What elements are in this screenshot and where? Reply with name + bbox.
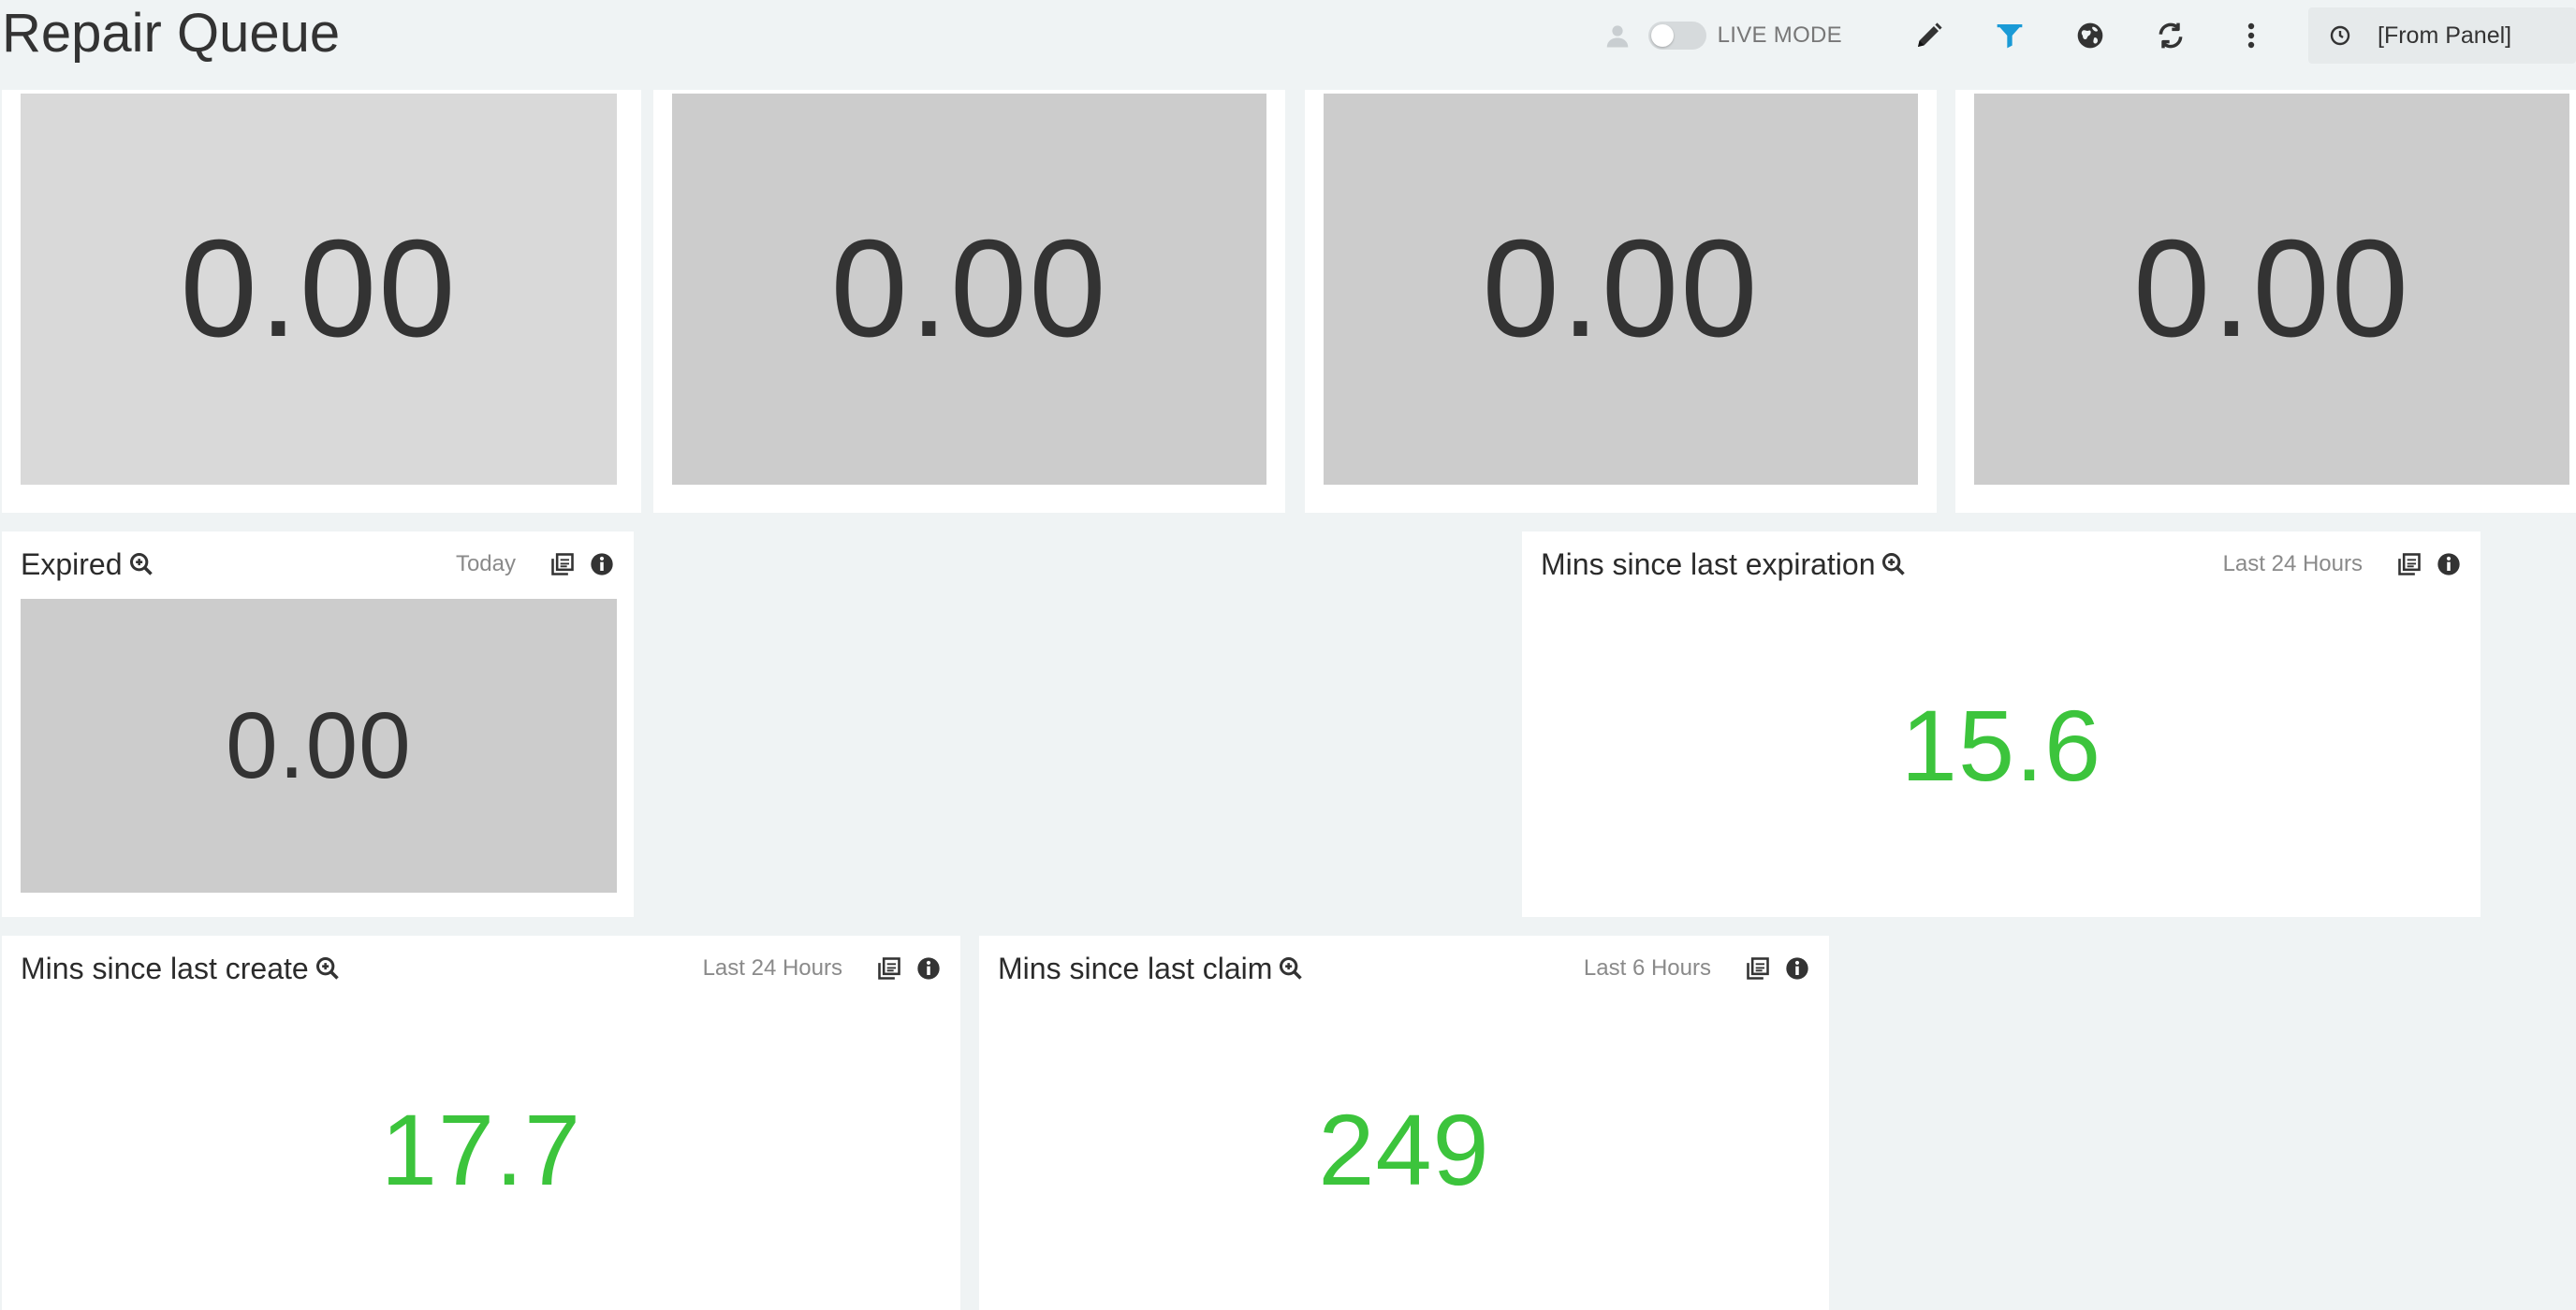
- toolbar: LIVE MODE [From Panel]: [1603, 0, 2576, 71]
- zoom-in-icon[interactable]: [1881, 551, 1907, 577]
- stat-value: 15.6: [1900, 689, 2102, 802]
- filter-button[interactable]: [1991, 17, 2028, 54]
- stat-value: 17.7: [380, 1093, 582, 1206]
- toggle-knob: [1650, 24, 1674, 47]
- panel-header: Mins since last create Last 24 Hours: [21, 936, 942, 1001]
- zoom-in-icon[interactable]: [128, 551, 154, 577]
- info-icon[interactable]: [915, 955, 942, 982]
- info-icon[interactable]: [1784, 955, 1810, 982]
- top-panel-4[interactable]: 0.00: [1955, 90, 2576, 513]
- panel-header: Expired Today: [21, 531, 615, 597]
- refresh-button[interactable]: [2152, 17, 2189, 54]
- pencil-icon: [1918, 22, 1942, 47]
- expired-panel[interactable]: Expired Today 0.00: [2, 531, 634, 917]
- page-title: Repair Queue: [2, 3, 341, 64]
- stat-value: 0.00: [21, 94, 617, 485]
- mins-since-last-create-panel[interactable]: Mins since last create Last 24 Hours 17.…: [2, 936, 960, 1310]
- copy-icon[interactable]: [1745, 955, 1771, 982]
- zoom-in-icon[interactable]: [315, 955, 341, 982]
- live-mode-label: LIVE MODE: [1717, 22, 1842, 48]
- time-range-label: Last 24 Hours: [2222, 551, 2363, 576]
- top-panel-1[interactable]: 0.00: [2, 90, 641, 513]
- panel-header: Mins since last claim Last 6 Hours: [998, 936, 1810, 1001]
- top-panel-3[interactable]: 0.00: [1305, 90, 1937, 513]
- time-range-label: Today: [455, 551, 516, 576]
- live-mode-toggle[interactable]: [1647, 22, 1706, 50]
- stat-value: 0.00: [672, 94, 1266, 485]
- panel-header: Mins since last expiration Last 24 Hours: [1541, 531, 2462, 597]
- mins-since-last-claim-panel[interactable]: Mins since last claim Last 6 Hours 249: [979, 936, 1829, 1310]
- globe-button[interactable]: [2071, 17, 2109, 54]
- user-icon: [1603, 22, 1632, 50]
- time-range-label: Last 6 Hours: [1583, 955, 1711, 981]
- more-options-button[interactable]: [2232, 17, 2270, 54]
- globe-icon: [2077, 22, 2103, 49]
- stat-value: 0.00: [21, 599, 617, 893]
- stat-value: 249: [1318, 1093, 1490, 1206]
- panel-title: Expired: [21, 546, 123, 581]
- info-icon[interactable]: [2436, 551, 2462, 577]
- dashboard-page: Repair Queue LIVE MODE [From Panel] 0.00…: [0, 0, 2576, 1310]
- time-range-label: [From Panel]: [2378, 22, 2512, 49]
- top-panel-2[interactable]: 0.00: [653, 90, 1285, 513]
- mins-since-last-expiration-panel[interactable]: Mins since last expiration Last 24 Hours…: [1522, 531, 2481, 917]
- copy-icon[interactable]: [2396, 551, 2422, 577]
- info-icon[interactable]: [589, 551, 615, 577]
- edit-button[interactable]: [1910, 17, 1948, 54]
- time-range-picker[interactable]: [From Panel]: [2308, 7, 2576, 64]
- clock-icon: [2330, 25, 2350, 46]
- panel-title: Mins since last expiration: [1541, 546, 1876, 581]
- time-range-label: Last 24 Hours: [702, 955, 842, 981]
- copy-icon[interactable]: [549, 551, 576, 577]
- dashboard-header: Repair Queue LIVE MODE [From Panel]: [0, 0, 2576, 90]
- panel-title: Mins since last claim: [998, 951, 1273, 985]
- copy-icon[interactable]: [876, 955, 902, 982]
- panel-title: Mins since last create: [21, 951, 309, 985]
- filter-icon: [1997, 24, 2023, 49]
- zoom-in-icon[interactable]: [1278, 955, 1304, 982]
- more-vertical-icon: [2247, 22, 2255, 49]
- stat-value: 0.00: [1324, 94, 1918, 485]
- stat-value: 0.00: [1974, 94, 2569, 485]
- refresh-icon: [2159, 22, 2183, 49]
